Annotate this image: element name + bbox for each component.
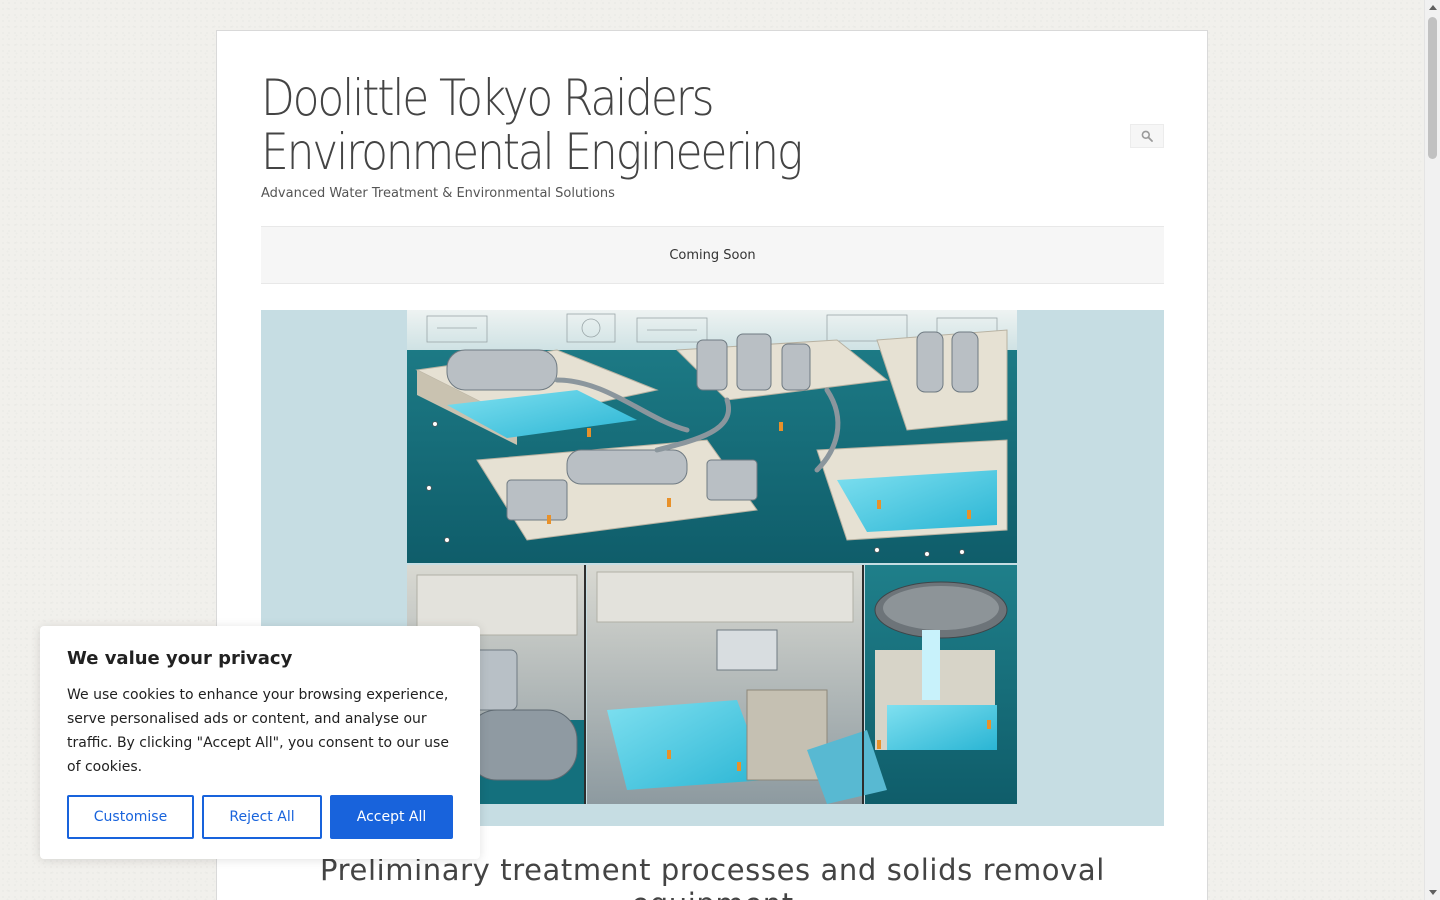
cookie-banner-title: We value your privacy (67, 648, 293, 669)
customise-button[interactable]: Customise (67, 795, 194, 839)
nav-item-coming-soon[interactable]: Coming Soon (669, 248, 755, 263)
vertical-scrollbar[interactable] (1424, 0, 1440, 900)
cookie-banner-text: We use cookies to enhance your browsing … (67, 687, 449, 775)
site-tagline: Advanced Water Treatment & Environmental… (261, 186, 615, 201)
scroll-down-arrow-icon[interactable] (1429, 890, 1437, 895)
site-title[interactable]: Doolittle Tokyo Raiders Environmental En… (261, 71, 947, 179)
reject-all-button[interactable]: Reject All (202, 795, 322, 839)
water-treatment-plant-illustration (407, 310, 1017, 804)
cookie-consent-banner: We value your privacy We use cookies to … (40, 626, 480, 859)
scroll-thumb[interactable] (1428, 17, 1437, 159)
scroll-up-arrow-icon[interactable] (1429, 5, 1437, 10)
post-title[interactable]: Preliminary treatment processes and soli… (261, 853, 1164, 900)
accept-all-button[interactable]: Accept All (330, 795, 453, 839)
search-icon (1141, 130, 1153, 142)
cookie-banner-actions: Customise Reject All Accept All (67, 795, 453, 839)
primary-navigation: Coming Soon (261, 226, 1164, 284)
search-button[interactable] (1130, 124, 1164, 148)
